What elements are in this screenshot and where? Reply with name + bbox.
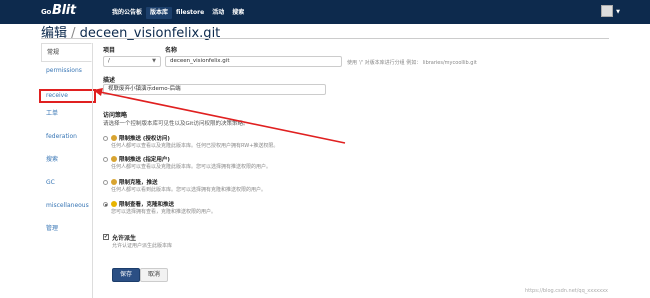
sidebar-item-federation[interactable]: federation <box>41 128 92 151</box>
user-avatar-icon[interactable] <box>601 5 613 17</box>
radio-button[interactable] <box>103 202 108 207</box>
nav-filestore[interactable]: filestore <box>172 7 208 19</box>
policy-description: 任何人都可以看到此版本库。您可以选择拥有克隆和推送权限的用户。 <box>111 187 267 193</box>
gitblit-logo[interactable]: GoBlit <box>41 3 76 18</box>
nav-activity[interactable]: 活动 <box>208 7 228 19</box>
project-select[interactable]: / ▼ <box>103 56 161 67</box>
lock-icon <box>111 156 117 162</box>
sidebar-item-gc[interactable]: GC <box>41 174 92 197</box>
project-label: 项目 <box>103 47 116 54</box>
policy-description: 任何人都可以查看以及克隆此版本库。您可以选择拥有推送权限的用户。 <box>111 164 272 170</box>
policy-description: 任何人都可以查看以及克隆此版本库。任何已授权用户拥有RW+推送权限。 <box>111 143 279 149</box>
description-label: 描述 <box>103 77 116 84</box>
sidebar-item-general[interactable]: 常规 <box>41 43 92 62</box>
sidebar-item-permissions[interactable]: permissions <box>41 62 92 85</box>
settings-sidebar: 常规 permissions receive 工单 federation 搜索 … <box>39 43 96 243</box>
chevron-down-icon[interactable]: ▼ <box>616 9 620 15</box>
settings-panel <box>92 43 609 298</box>
lock-icon <box>111 179 117 185</box>
lock-icon <box>111 135 117 141</box>
description-input[interactable]: 视联废弃小镇演示demo-后端 <box>103 84 326 95</box>
nav-repositories[interactable]: 版本库 <box>146 7 173 19</box>
key-icon <box>111 201 117 207</box>
access-policy-title: 访问策略 <box>103 112 128 119</box>
divider <box>41 38 609 39</box>
watermark: https://blog.csdn.net/qq_xxxxxxx <box>524 288 608 294</box>
access-policy-subtitle: 请选择一个控制版本库可见性以及Git访问权限的决策策略。 <box>103 121 249 127</box>
sidebar-item-tickets[interactable]: 工单 <box>41 105 92 128</box>
radio-button[interactable] <box>103 180 108 185</box>
policy-description: 您可以选择拥有查看，克隆和推送权限的用户。 <box>111 209 217 215</box>
sidebar-item-receive[interactable]: receive <box>39 89 96 103</box>
name-label: 名称 <box>165 47 178 54</box>
allow-fork-checkbox[interactable]: ✔ <box>103 234 109 240</box>
name-hint: 使用 '/' 对版本库进行分组 例如： libraries/mycoollib.… <box>347 60 477 66</box>
allow-fork-label: 允许派生 <box>112 235 137 242</box>
allow-fork-description: 允许认证用户派生此版本库 <box>112 243 173 249</box>
nav-dashboard[interactable]: 我的公告板 <box>108 7 146 19</box>
name-input[interactable]: deceen_visionfelix.git <box>165 56 342 67</box>
sidebar-item-administration[interactable]: 管理 <box>41 220 92 243</box>
sidebar-item-search[interactable]: 搜索 <box>41 151 92 174</box>
radio-button[interactable] <box>103 136 108 141</box>
top-navbar: GoBlit 我的公告板 版本库 filestore 活动 搜索 ▼ <box>0 0 650 24</box>
radio-button[interactable] <box>103 157 108 162</box>
cancel-button[interactable]: 取消 <box>140 268 169 282</box>
save-button[interactable]: 保存 <box>112 268 141 282</box>
chevron-down-icon: ▼ <box>152 58 156 64</box>
nav-search[interactable]: 搜索 <box>228 7 248 19</box>
main-nav: 我的公告板 版本库 filestore 活动 搜索 <box>108 7 248 19</box>
sidebar-item-miscellaneous[interactable]: miscellaneous <box>41 197 92 220</box>
